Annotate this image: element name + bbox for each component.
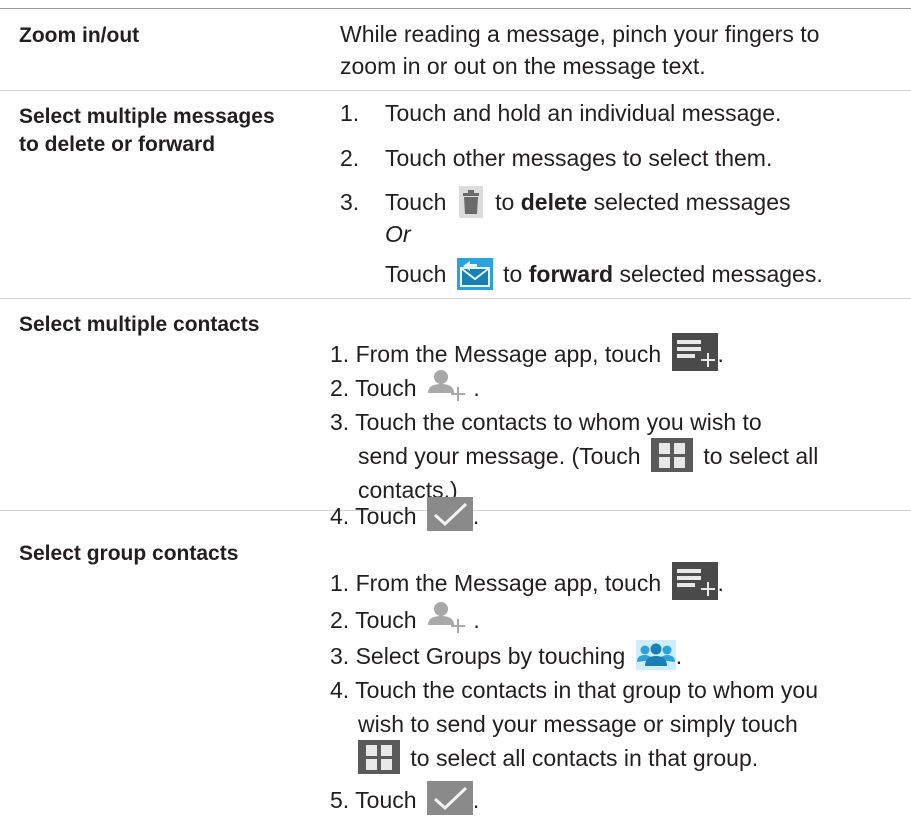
step-text: Touch to forward selected messages.	[385, 257, 823, 292]
step-text-part: to	[503, 261, 523, 287]
step-text-part: selected messages.	[619, 261, 823, 287]
step-text-part: Touch	[385, 189, 447, 215]
period: .	[472, 503, 480, 529]
step-text: 4. Touch the contacts in that group to w…	[330, 677, 818, 703]
step-text-part: 2. Touch	[330, 607, 417, 633]
emphasis-forward: forward	[528, 261, 614, 287]
checkmark-icon	[426, 780, 473, 815]
step-text-part: 1. From the Message app, touch	[330, 341, 662, 368]
step-number: 1.	[340, 100, 360, 126]
step-number: 3.	[340, 189, 360, 215]
step-text: 3. Touch the contacts to whom you wish t…	[330, 409, 762, 435]
row-label: Zoom in/out	[19, 24, 140, 47]
step-text: Touch to delete selected messages	[385, 185, 791, 220]
step-text-part: 3. Select Groups by touching	[330, 643, 626, 669]
step-text: to select all contacts in that group.	[358, 739, 759, 777]
step-text-part: 1. From the Message app, touch	[330, 570, 662, 597]
row-label: Select multiple messages	[19, 105, 275, 128]
step-text: wish to send your message or simply touc…	[358, 711, 798, 737]
trash-icon	[457, 185, 485, 218]
groups-icon	[635, 639, 676, 670]
step-text: 4. Touch .	[330, 496, 480, 535]
period: .	[472, 787, 480, 813]
step-text-part: Touch	[385, 261, 447, 287]
row-divider	[0, 90, 911, 91]
step-text: 1. From the Message app, touch .	[330, 562, 724, 604]
step-text-part: to select all	[703, 443, 819, 469]
forward-mail-icon	[456, 257, 493, 290]
row-label: to delete or forward	[19, 133, 216, 156]
step-text-part: send your message. (Touch	[358, 443, 641, 469]
step-text-part: selected messages	[593, 189, 791, 215]
checkmark-icon	[426, 496, 473, 531]
new-message-icon	[671, 562, 718, 600]
or-italic: Or	[385, 221, 411, 247]
step-text-part: 5. Touch	[330, 787, 417, 813]
row-divider	[0, 298, 911, 299]
new-message-icon	[671, 333, 718, 371]
row-label: Select group contacts	[19, 542, 239, 565]
step-text: 2. Touch .	[330, 601, 480, 639]
row-label: Select multiple contacts	[19, 313, 260, 336]
select-all-icon	[358, 739, 400, 774]
step-text: 5. Touch .	[330, 780, 480, 819]
step-number: 2.	[340, 145, 360, 171]
period: .	[473, 607, 480, 633]
emphasis-delete: delete	[520, 189, 588, 215]
row-text: zoom in or out on the message text.	[340, 53, 706, 79]
or-text: Or	[385, 218, 411, 250]
period: .	[473, 375, 480, 401]
step-text: Touch and hold an individual message.	[385, 100, 782, 126]
step-text: 3. Select Groups by touching .	[330, 639, 683, 673]
step-text-part: 4. Touch	[330, 503, 417, 529]
period: .	[717, 341, 724, 368]
table-top-rule	[0, 8, 911, 9]
step-text: 2. Touch .	[330, 369, 480, 407]
select-all-icon	[650, 437, 693, 472]
step-text: 1. From the Message app, touch .	[330, 333, 724, 375]
step-text: Touch other messages to select them.	[385, 145, 773, 171]
period: .	[675, 643, 683, 669]
step-text: send your message. (Touch to select all	[358, 437, 819, 475]
help-table-page: Zoom in/out While reading a message, pin…	[0, 0, 911, 829]
add-contact-icon	[427, 601, 467, 635]
step-text-part: to	[495, 189, 515, 215]
step-text-part: to select all contacts in that group.	[410, 745, 759, 771]
step-text-part: 2. Touch	[330, 375, 417, 401]
add-contact-icon	[427, 369, 467, 403]
period: .	[717, 570, 724, 597]
row-text: While reading a message, pinch your fing…	[340, 21, 820, 47]
